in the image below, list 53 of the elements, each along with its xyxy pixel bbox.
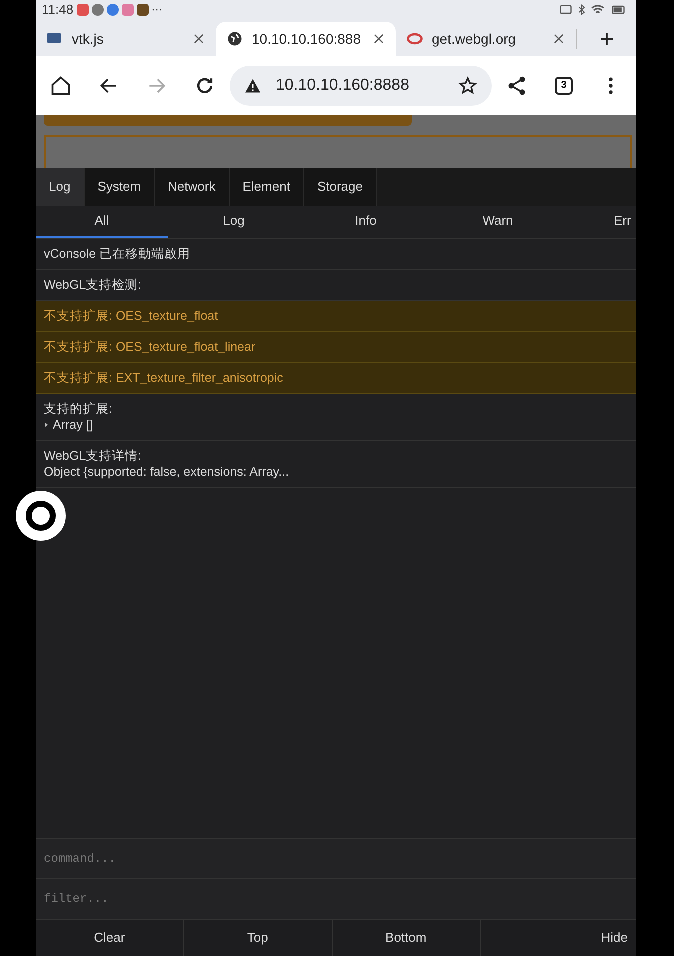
vconsole-tab[interactable]: Network	[155, 168, 230, 206]
notification-icon	[92, 4, 104, 16]
command-input[interactable]: command...	[36, 838, 636, 879]
cast-icon	[559, 3, 573, 17]
toolbar-button[interactable]: Bottom	[332, 920, 481, 956]
tab-title: get.webgl.org	[432, 30, 518, 49]
home-icon[interactable]	[50, 74, 72, 96]
expand-arrow-icon[interactable]	[44, 421, 50, 429]
notification-icon	[106, 4, 119, 16]
vconsole-tab[interactable]: Element	[230, 168, 304, 206]
tab-count[interactable]: 3	[555, 76, 573, 94]
browser-tab[interactable]: get.webgl.org	[396, 22, 576, 56]
share-icon[interactable]	[506, 74, 528, 96]
filter-tab[interactable]: Log	[168, 206, 300, 238]
globe-icon	[226, 30, 244, 48]
vconsole-tab[interactable]: Log	[36, 168, 85, 206]
browser-tab[interactable]: vtk.js	[36, 22, 216, 56]
warning-icon	[244, 76, 262, 94]
log-text: 支持的扩展:	[44, 401, 114, 417]
filter-tab[interactable]: Err	[564, 206, 636, 238]
bluetooth-icon	[576, 3, 588, 17]
log-text: 不支持扩展: OES_texture_float	[44, 308, 220, 324]
log-text: Object {supported: false, extensions: Array...	[44, 464, 290, 480]
toolbar-button[interactable]: Top	[184, 920, 332, 956]
toolbar-button[interactable]: Clear	[36, 920, 184, 956]
log-text: 不支持扩展: EXT_texture_filter_anisotropic	[44, 370, 284, 386]
status-more: ···	[152, 2, 163, 18]
object-preview[interactable]: Array []	[53, 417, 94, 433]
close-icon[interactable]	[372, 32, 386, 46]
browser-tab[interactable]: 10.10.10.160:888	[216, 22, 396, 56]
filter-tab[interactable]: All	[36, 206, 168, 238]
notification-icon	[136, 4, 149, 16]
close-icon[interactable]	[192, 32, 206, 46]
tab-title: 10.10.10.160:888	[252, 30, 362, 48]
filter-tab[interactable]: Info	[300, 206, 432, 238]
address-bar[interactable]: 10.10.10.160:8888	[230, 66, 492, 106]
url-text: 10.10.10.160:8888	[276, 76, 410, 96]
notification-icon	[76, 4, 89, 16]
tab-title: vtk.js	[72, 30, 105, 49]
filter-tab[interactable]: Warn	[432, 206, 564, 238]
close-icon[interactable]	[552, 32, 566, 46]
log-text: 不支持扩展: OES_texture_float_linear	[44, 339, 257, 355]
vconsole-tab[interactable]: System	[84, 168, 156, 206]
vconsole-tab[interactable]: Storage	[304, 168, 377, 206]
status-time: 11:48	[42, 1, 74, 20]
floating-button[interactable]	[16, 491, 66, 541]
log-text: WebGL支持详情:	[44, 448, 143, 464]
star-icon[interactable]	[458, 76, 478, 96]
log-text: WebGL支持检测:	[44, 277, 143, 293]
toolbar-button[interactable]: Hide	[480, 920, 636, 956]
new-tab-icon[interactable]	[598, 30, 616, 48]
log-text: vConsole 已在移動端啟用	[44, 246, 192, 262]
notification-icon	[122, 4, 134, 16]
